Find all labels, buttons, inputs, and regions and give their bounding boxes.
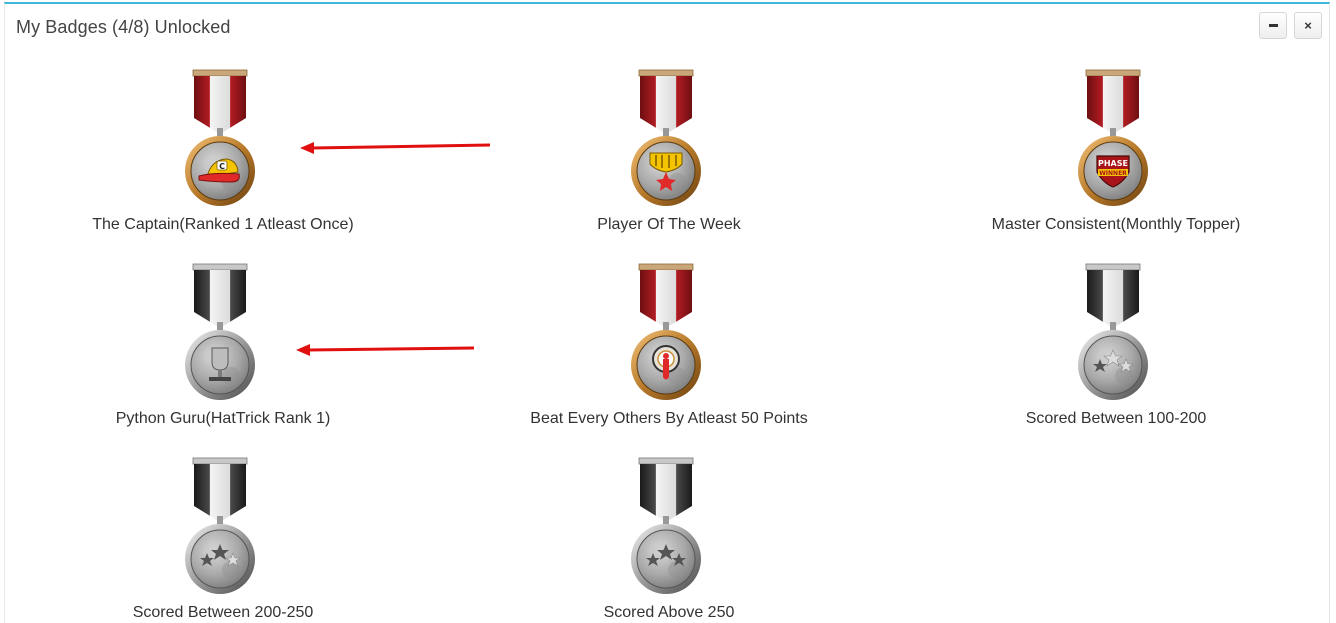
svg-text:PHASE: PHASE: [1098, 159, 1128, 168]
medal-icon: [630, 457, 702, 595]
badge-scored-200-250[interactable]: Scored Between 200-250: [43, 456, 403, 622]
badge-label: Python Guru(HatTrick Rank 1): [115, 410, 331, 427]
panel-title: My Badges (4/8) Unlocked: [16, 17, 231, 37]
red-arrow-left-icon: [296, 344, 475, 356]
medal-icon: [630, 263, 702, 401]
badge-label: Scored Above 250: [603, 604, 735, 621]
badge-beat-every-others[interactable]: Beat Every Others By Atleast 50 Points: [489, 262, 849, 428]
minus-icon: [1268, 24, 1278, 27]
badge-label: The Captain(Ranked 1 Atleast Once): [92, 216, 354, 233]
badge-scored-above-250[interactable]: Scored Above 250: [489, 456, 849, 622]
medal-icon: PHASE WINNER: [1077, 69, 1149, 207]
badge-player-of-the-week[interactable]: Player Of The Week: [489, 68, 849, 234]
red-arrow-left-icon: [300, 142, 491, 154]
badge-label: Scored Between 200-250: [132, 604, 314, 621]
medal-icon: [630, 69, 702, 207]
medal-icon: [1077, 263, 1149, 401]
badge-label: Beat Every Others By Atleast 50 Points: [530, 410, 808, 427]
close-button[interactable]: ×: [1294, 12, 1322, 39]
medal-icon: [184, 457, 256, 595]
badge-master-consistent[interactable]: PHASE WINNER Master Consistent(Monthly T…: [936, 68, 1296, 234]
medal-icon: [184, 263, 256, 401]
badge-label: Master Consistent(Monthly Topper): [991, 216, 1241, 233]
close-icon: ×: [1304, 18, 1312, 33]
minimize-button[interactable]: [1259, 12, 1287, 39]
badge-label: Scored Between 100-200: [1025, 410, 1207, 427]
svg-text:WINNER: WINNER: [1099, 170, 1127, 177]
badge-label: Player Of The Week: [597, 216, 741, 233]
badge-scored-100-200[interactable]: Scored Between 100-200: [936, 262, 1296, 428]
svg-text:C: C: [219, 162, 225, 171]
medal-icon: C: [184, 69, 256, 207]
